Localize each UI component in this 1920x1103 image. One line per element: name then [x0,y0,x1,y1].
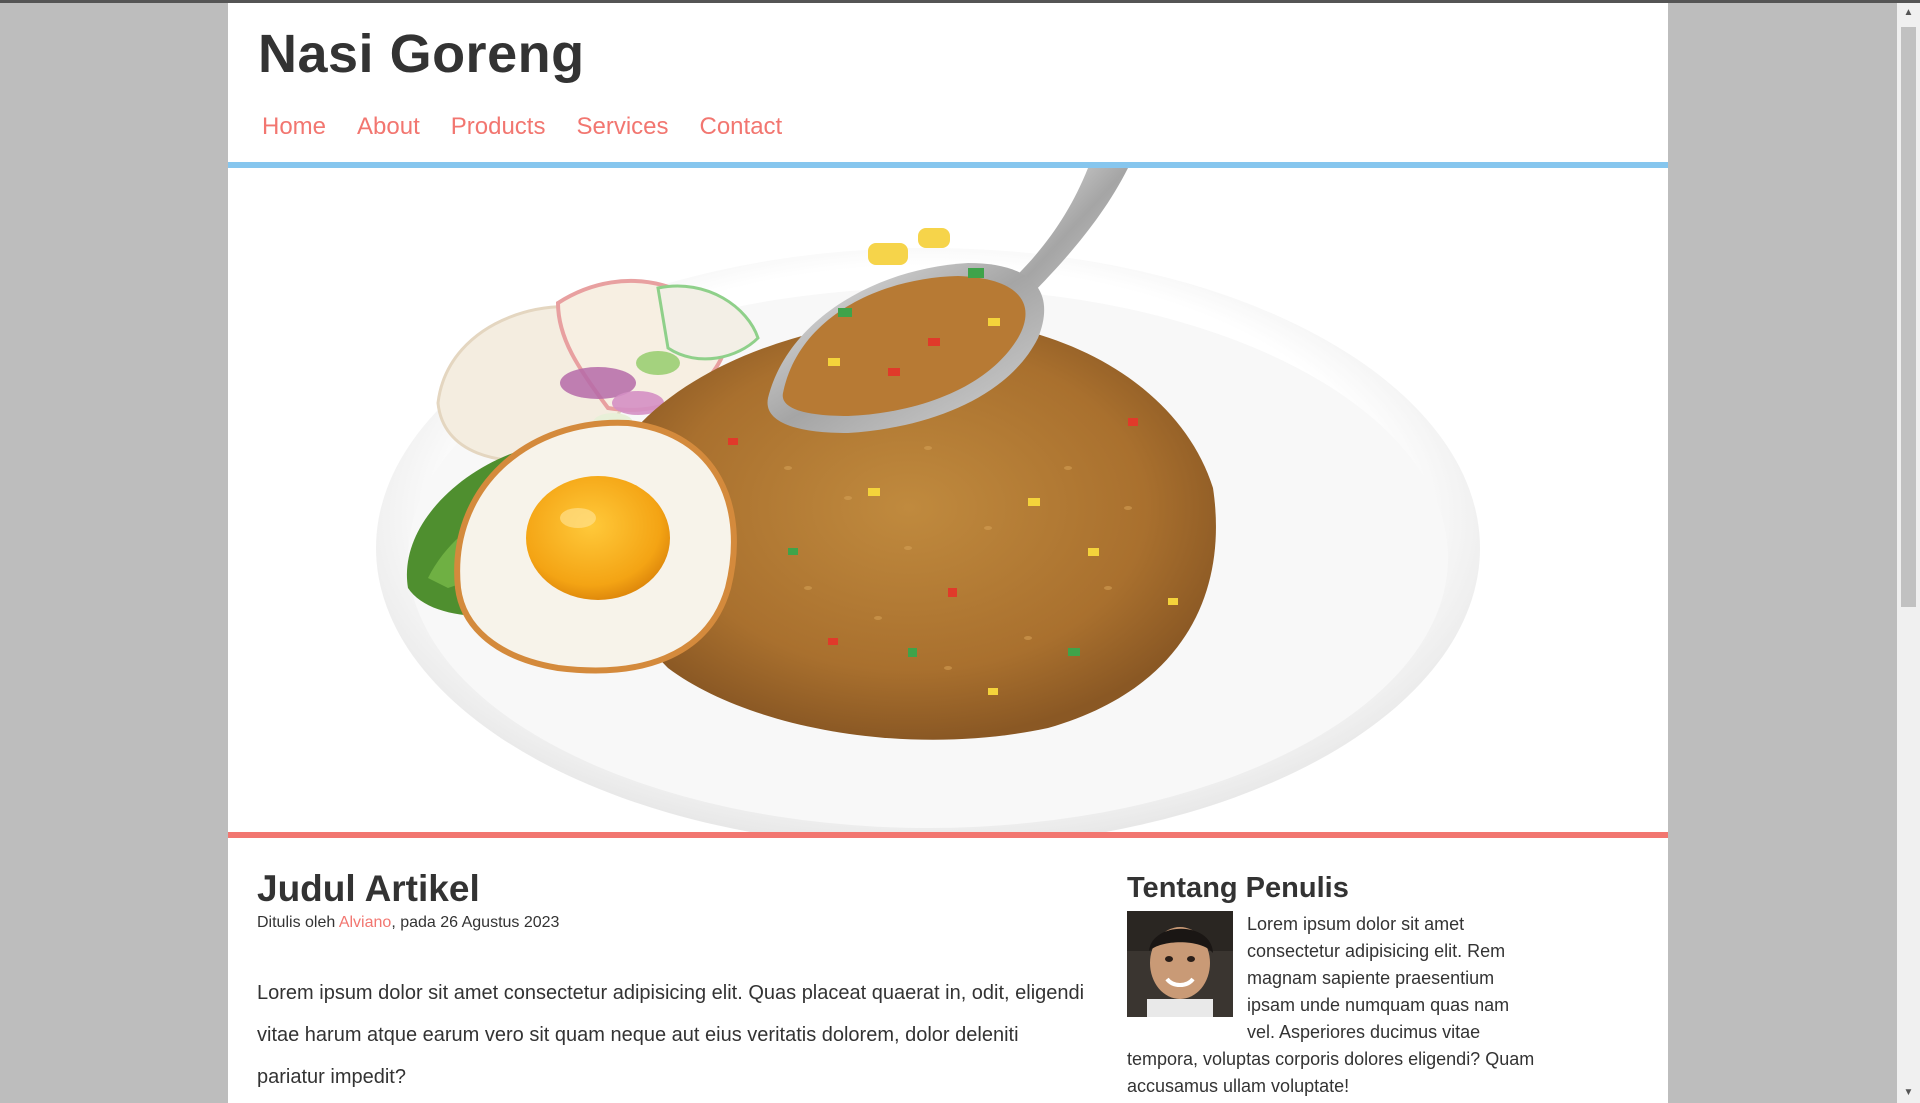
meta-suffix: , pada 26 Agustus 2023 [391,914,560,931]
article: Judul Artikel Ditulis oleh Alviano, pada… [257,868,1087,1103]
main-content: Judul Artikel Ditulis oleh Alviano, pada… [228,838,1668,1103]
nav-link-products[interactable]: Products [451,113,546,141]
author-bio: Lorem ipsum dolor sit amet consectetur a… [1127,911,1537,1100]
sidebar-title: Tentang Penulis [1127,872,1349,904]
author-sidebar: Tentang Penulis Lorem ipsum dolor sit am… [1127,872,1537,1100]
page-container: Nasi Goreng Home About Products Services… [228,3,1668,1103]
nav-link-home[interactable]: Home [262,113,326,141]
nasi-goreng-illustration [376,168,1480,832]
vertical-scrollbar[interactable]: ▲ ▼ [1897,3,1920,1103]
article-meta: Ditulis oleh Alviano, pada 26 Agustus 20… [257,914,1087,932]
site-title: Nasi Goreng [258,24,585,84]
chevron-down-icon[interactable]: ▼ [1897,1083,1920,1103]
scroll-thumb[interactable] [1901,27,1916,607]
author-avatar [1127,911,1233,1017]
chevron-up-icon[interactable]: ▲ [1897,3,1920,23]
hero-image [228,168,1668,832]
author-link[interactable]: Alviano [339,914,391,931]
article-title: Judul Artikel [257,868,480,909]
site-header: Nasi Goreng Home About Products Services… [228,3,1668,162]
main-nav: Home About Products Services Contact [262,113,782,141]
article-body: Lorem ipsum dolor sit amet consectetur a… [257,982,1085,1088]
nav-link-contact[interactable]: Contact [700,113,783,141]
nav-link-services[interactable]: Services [576,113,668,141]
meta-prefix: Ditulis oleh [257,914,339,931]
nav-link-about[interactable]: About [357,113,420,141]
